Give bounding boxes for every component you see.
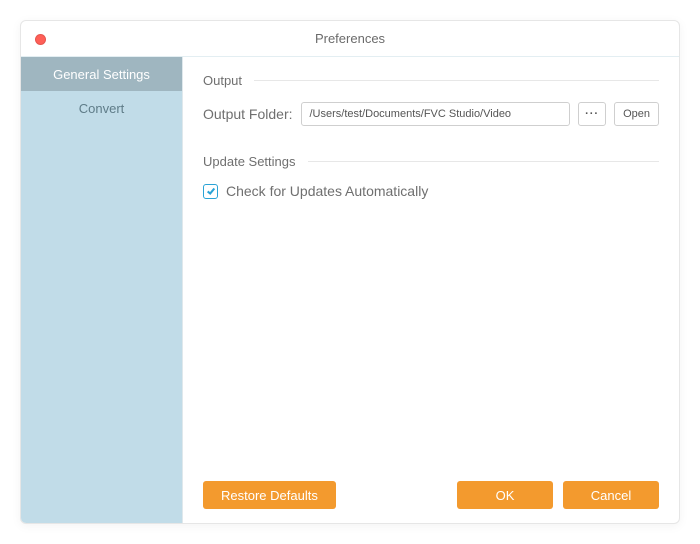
button-label: Restore Defaults	[221, 488, 318, 503]
ok-button[interactable]: OK	[457, 481, 553, 509]
cancel-button[interactable]: Cancel	[563, 481, 659, 509]
sidebar-item-convert[interactable]: Convert	[21, 91, 182, 125]
close-icon[interactable]	[35, 34, 46, 45]
divider	[254, 80, 659, 81]
section-title: Output	[203, 73, 242, 88]
restore-defaults-button[interactable]: Restore Defaults	[203, 481, 336, 509]
button-label: OK	[496, 488, 515, 503]
button-label: Cancel	[591, 488, 631, 503]
output-folder-input[interactable]: /Users/test/Documents/FVC Studio/Video	[301, 102, 571, 126]
sidebar-item-label: General Settings	[53, 67, 150, 82]
main-panel: Output Output Folder: /Users/test/Docume…	[183, 57, 679, 523]
auto-update-checkbox[interactable]	[203, 184, 218, 199]
section-header-update: Update Settings	[203, 154, 659, 169]
auto-update-row: Check for Updates Automatically	[203, 183, 659, 199]
divider	[308, 161, 659, 162]
output-folder-label: Output Folder:	[203, 106, 293, 122]
open-folder-button[interactable]: Open	[614, 102, 659, 126]
ellipsis-icon: ···	[585, 108, 599, 120]
footer: Restore Defaults OK Cancel	[203, 481, 659, 509]
open-button-label: Open	[623, 108, 650, 120]
browse-button[interactable]: ···	[578, 102, 606, 126]
preferences-window: Preferences General Settings Convert Out…	[20, 20, 680, 524]
output-folder-value: /Users/test/Documents/FVC Studio/Video	[310, 108, 512, 120]
sidebar-item-label: Convert	[79, 101, 125, 116]
section-header-output: Output	[203, 73, 659, 88]
auto-update-label: Check for Updates Automatically	[226, 183, 428, 199]
output-folder-row: Output Folder: /Users/test/Documents/FVC…	[203, 102, 659, 126]
section-title: Update Settings	[203, 154, 296, 169]
titlebar: Preferences	[21, 21, 679, 57]
check-icon	[206, 186, 216, 196]
sidebar-item-general-settings[interactable]: General Settings	[21, 57, 182, 91]
window-title: Preferences	[21, 31, 679, 46]
window-body: General Settings Convert Output Output F…	[21, 57, 679, 523]
sidebar: General Settings Convert	[21, 57, 183, 523]
